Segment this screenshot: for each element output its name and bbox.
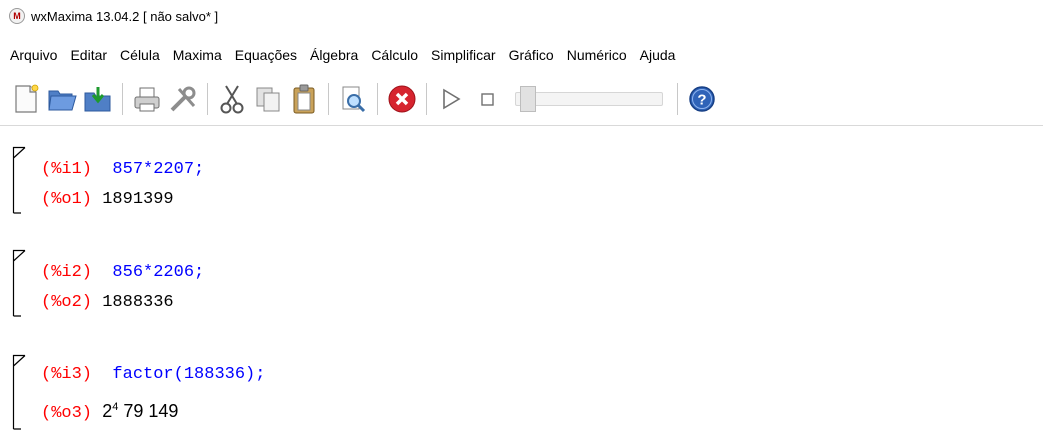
input-text[interactable]: factor(188336); <box>112 365 265 384</box>
help-button[interactable]: ? <box>684 81 720 117</box>
copy-icon <box>256 87 280 112</box>
new-document-icon <box>15 84 39 113</box>
toolbar-divider <box>0 125 1043 126</box>
stop-button[interactable] <box>469 81 505 117</box>
title-bar: M wxMaxima 13.04.2 [ não salvo* ] <box>0 0 1043 32</box>
paste-icon <box>293 84 315 114</box>
menu-algebra[interactable]: Álgebra <box>310 47 358 63</box>
play-icon <box>443 88 461 110</box>
find-icon <box>342 86 366 113</box>
stop-icon <box>481 93 494 106</box>
play-button[interactable] <box>433 81 469 117</box>
open-button[interactable] <box>44 81 80 117</box>
find-button[interactable] <box>335 81 371 117</box>
paste-button[interactable] <box>286 81 322 117</box>
output-text: 1891399 <box>102 190 174 209</box>
preferences-button[interactable] <box>165 81 201 117</box>
output-text: 1888336 <box>102 293 174 312</box>
toolbar-separator <box>377 83 378 115</box>
output-line: (%o2) 1888336 <box>41 293 174 312</box>
menu-celula[interactable]: Célula <box>120 47 160 63</box>
animation-slider[interactable] <box>515 86 663 112</box>
help-icon: ? <box>689 86 715 112</box>
preferences-icon <box>170 86 196 112</box>
cut-icon <box>220 85 244 114</box>
toolbar-separator <box>207 83 208 115</box>
print-button[interactable] <box>129 81 165 117</box>
slider-thumb[interactable] <box>520 86 536 112</box>
output-label: (%o2) <box>41 293 93 312</box>
input-text[interactable]: 856*2206; <box>112 263 204 282</box>
cell-bracket[interactable] <box>12 249 32 317</box>
window-title: wxMaxima 13.04.2 [ não salvo* ] <box>31 8 219 24</box>
input-label: (%i2) <box>41 263 93 282</box>
cut-button[interactable] <box>214 81 250 117</box>
output-label: (%o3) <box>41 404 93 423</box>
menu-ajuda[interactable]: Ajuda <box>640 47 676 63</box>
cell-bracket[interactable] <box>12 354 32 430</box>
interrupt-icon <box>388 85 416 113</box>
output-line: (%o3) 24 79 149 <box>41 401 178 423</box>
svg-text:?: ? <box>697 92 706 109</box>
input-line[interactable]: (%i1) 857*2207; <box>41 160 204 179</box>
output-line: (%o1) 1891399 <box>41 190 174 209</box>
toolbar-separator <box>426 83 427 115</box>
new-document-button[interactable] <box>8 81 44 117</box>
input-label: (%i3) <box>41 365 93 384</box>
input-line[interactable]: (%i2) 856*2206; <box>41 263 204 282</box>
menu-arquivo[interactable]: Arquivo <box>10 47 57 63</box>
cell-bracket[interactable] <box>12 146 32 214</box>
output-factors: 79 149 <box>118 401 179 421</box>
toolbar: ? <box>0 77 1043 121</box>
menu-maxima[interactable]: Maxima <box>173 47 222 63</box>
save-button[interactable] <box>80 81 116 117</box>
input-line[interactable]: (%i3) factor(188336); <box>41 365 265 384</box>
input-label: (%i1) <box>41 160 93 179</box>
output-text: 24 79 149 <box>102 401 178 421</box>
interrupt-button[interactable] <box>384 81 420 117</box>
print-icon <box>134 87 160 112</box>
toolbar-separator <box>122 83 123 115</box>
menu-equacoes[interactable]: Equações <box>235 47 297 63</box>
toolbar-separator <box>677 83 678 115</box>
menu-calculo[interactable]: Cálculo <box>371 47 418 63</box>
open-folder-icon <box>48 90 77 111</box>
output-base: 2 <box>102 401 113 421</box>
menu-simplificar[interactable]: Simplificar <box>431 47 496 63</box>
menu-editar[interactable]: Editar <box>70 47 107 63</box>
input-text[interactable]: 857*2207; <box>112 160 204 179</box>
menu-numerico[interactable]: Numérico <box>567 47 627 63</box>
toolbar-separator <box>328 83 329 115</box>
copy-button[interactable] <box>250 81 286 117</box>
wxmaxima-app-icon: M <box>9 8 25 24</box>
menu-grafico[interactable]: Gráfico <box>509 47 554 63</box>
menu-bar: Arquivo Editar Célula Maxima Equações Ál… <box>0 44 688 66</box>
save-icon <box>84 87 111 112</box>
output-label: (%o1) <box>41 190 93 209</box>
